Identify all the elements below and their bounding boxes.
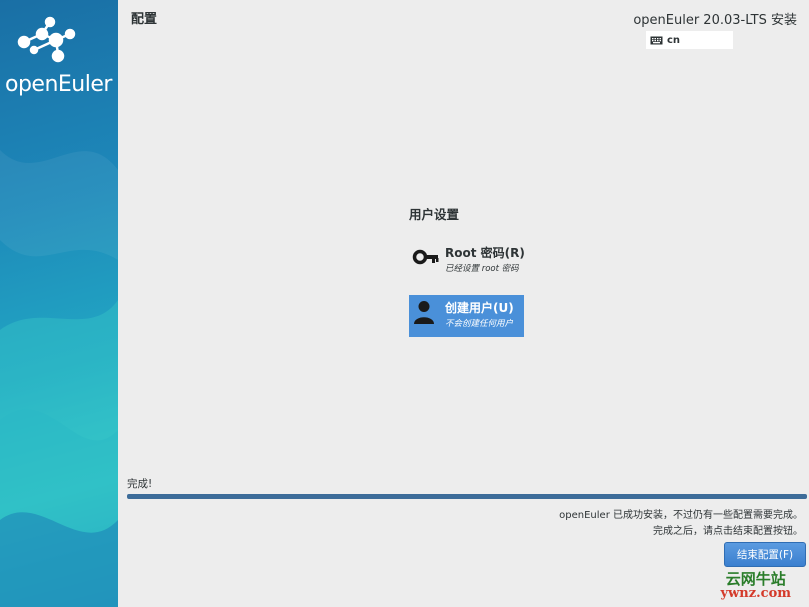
keyboard-icon	[650, 36, 663, 44]
progress-bar	[127, 494, 807, 499]
finish-configuration-button[interactable]: 结束配置(F)	[724, 542, 806, 567]
progress-label: 完成!	[127, 478, 153, 490]
page-title: 配置	[131, 12, 158, 27]
watermark-line-1: 云网牛站	[725, 569, 786, 588]
sidebar: openEuler	[0, 0, 118, 607]
spoke-root-password-label: Root 密码(R)	[445, 246, 525, 260]
spoke-create-user[interactable]: 创建用户(U) 不会创建任何用户	[409, 295, 524, 337]
logo-text: openEuler	[5, 72, 112, 97]
user-icon	[414, 301, 434, 324]
product-title: openEuler 20.03-LTS 安装	[633, 13, 797, 28]
openeuler-logo-icon	[17, 16, 76, 63]
spoke-create-user-label: 创建用户(U)	[445, 301, 514, 315]
info-message-line-2: 完成之后，请点击结束配置按钮。	[653, 526, 803, 537]
progress-bar-fill	[127, 494, 807, 499]
spoke-create-user-status: 不会创建任何用户	[445, 319, 514, 329]
key-icon	[412, 249, 439, 265]
section-heading-user-settings: 用户设置	[409, 207, 460, 222]
spoke-root-password[interactable]: Root 密码(R) 已经设置 root 密码	[409, 240, 525, 282]
info-message-line-1: openEuler 已成功安装，不过仍有一些配置需要完成。	[559, 510, 803, 521]
spoke-root-password-status: 已经设置 root 密码	[445, 264, 519, 274]
keyboard-layout-indicator[interactable]: cn	[646, 31, 733, 49]
keyboard-layout-label: cn	[667, 34, 681, 46]
watermark: 云网牛站 ywnz.com	[720, 569, 791, 602]
watermark-line-2: ywnz.com	[720, 586, 791, 602]
